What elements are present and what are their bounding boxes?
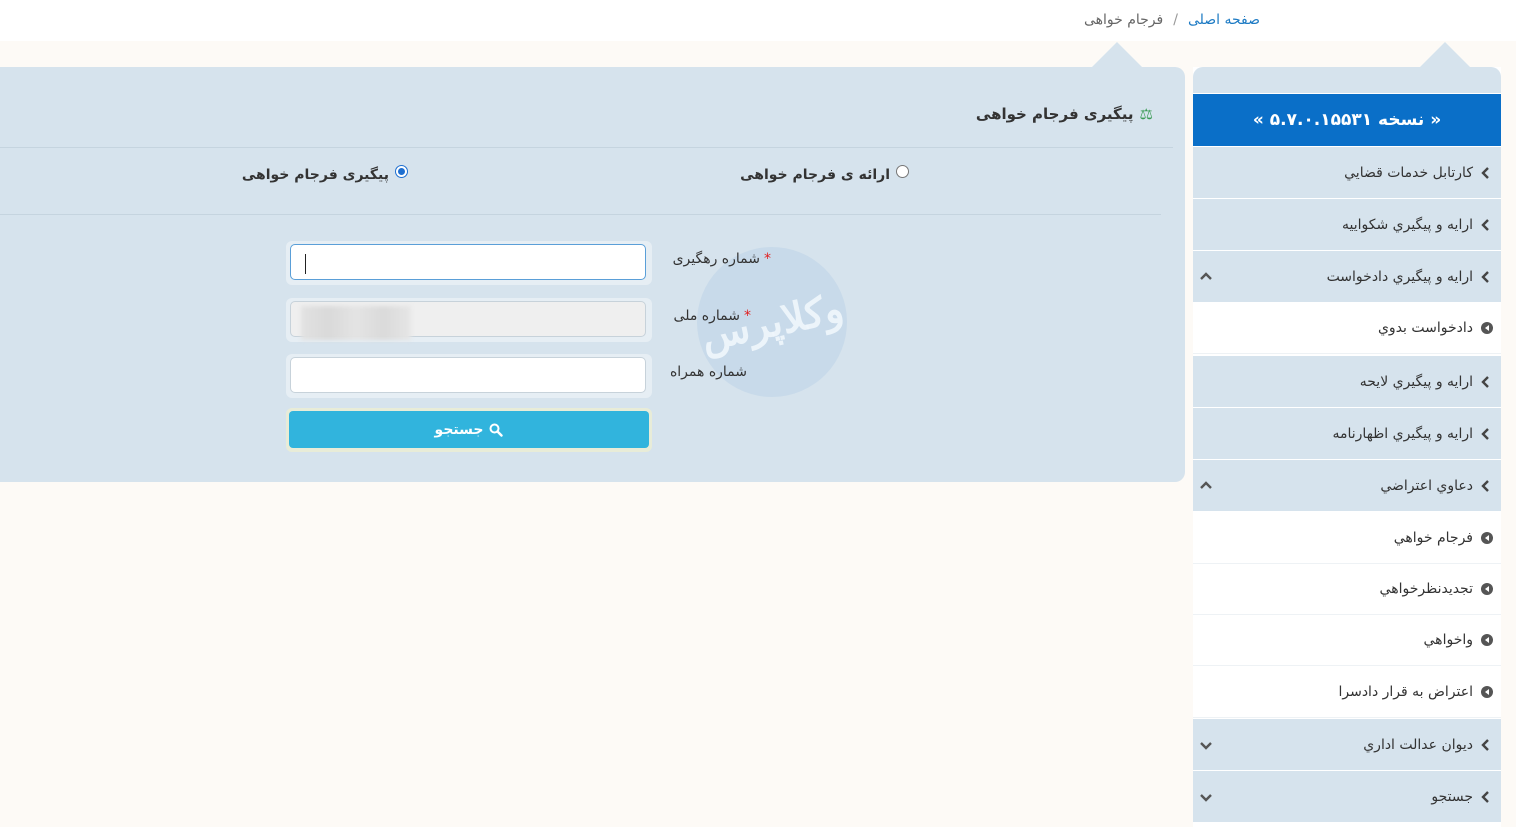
sidebar-item-label: ديوان عدالت اداري: [1363, 736, 1473, 753]
sidebar-item-label: اعتراض به قرار دادسرا: [1338, 684, 1473, 700]
sidebar-menu-item[interactable]: واخواهي: [1193, 615, 1501, 666]
mobile-label: شماره همراه: [670, 364, 747, 380]
sidebar-item-label: کارتابل خدمات قضايي: [1344, 164, 1473, 181]
chevron-left-icon: [1481, 270, 1489, 283]
version-banner: « نسخه ۵.۷.۰.۱۵۵۳۱ »: [1193, 94, 1501, 146]
national-id-wrap: [286, 298, 652, 342]
sidebar-item-label: ارايه و پيگيري اظهارنامه: [1332, 425, 1474, 442]
mobile-input[interactable]: [290, 357, 646, 393]
radio-submit-label: ارائه ی فرجام خواهی: [740, 167, 890, 183]
radio-submit-circle[interactable]: [896, 164, 909, 178]
circle-arrow-icon: [1481, 322, 1493, 334]
sidebar-item-label: دادخواست بدوي: [1377, 320, 1473, 336]
chevron-down-icon[interactable]: [1199, 790, 1213, 804]
sidebar-menu-group[interactable]: ارايه و پيگيري لايحه: [1193, 356, 1501, 407]
sidebar-item-label: دعاوي اعتراضي: [1380, 477, 1473, 494]
search-icon: [489, 423, 504, 437]
chevron-up-icon[interactable]: [1199, 270, 1213, 284]
circle-arrow-icon: [1481, 634, 1493, 646]
chevron-left-icon: [1481, 427, 1489, 440]
chevron-down-icon[interactable]: [1199, 738, 1213, 752]
required-mark: *: [744, 308, 751, 324]
sidebar-item-label: جستجو: [1431, 788, 1473, 805]
divider: [0, 214, 1161, 215]
mobile-wrap: [286, 354, 652, 398]
radio-track-label: پیگیری فرجام خواهی: [241, 167, 389, 183]
national-id-label-text: شماره ملی: [673, 308, 740, 324]
sidebar-header-cap: [1193, 67, 1501, 93]
sidebar-item-label: فرجام خواهي: [1393, 530, 1473, 546]
tracking-number-input[interactable]: [290, 244, 646, 280]
sidebar-menu-item[interactable]: تجديدنظرخواهي: [1193, 564, 1501, 615]
required-mark: *: [764, 251, 771, 267]
chevron-left-icon: [1481, 218, 1489, 231]
sidebar-menu-group[interactable]: دعاوي اعتراضي: [1193, 460, 1501, 511]
circle-arrow-icon: [1481, 686, 1493, 698]
breadcrumb-home-link[interactable]: صفحه اصلی: [1188, 12, 1260, 28]
radio-track-circle[interactable]: [395, 164, 408, 178]
sidebar-item-label: تجديدنظرخواهي: [1379, 581, 1473, 597]
top-bar: صفحه اصلی / فرجام خواهی: [0, 0, 1516, 41]
radio-submit-appeal[interactable]: ارائه ی فرجام خواهی: [740, 164, 909, 183]
breadcrumb-separator: /: [1173, 12, 1178, 28]
balance-scale-icon: ⚖: [1139, 105, 1153, 123]
chevron-left-icon: [1481, 738, 1489, 751]
sidebar-menu-group[interactable]: جستجو: [1193, 771, 1501, 822]
search-button-label: جستجو: [434, 421, 484, 438]
sidebar-menu-item[interactable]: اعتراض به قرار دادسرا: [1193, 667, 1501, 718]
text-caret: [305, 254, 306, 274]
chevron-left-icon: [1481, 790, 1489, 803]
national-id-input[interactable]: [290, 301, 646, 340]
tracking-number-wrap: [286, 241, 652, 285]
search-button[interactable]: جستجو: [289, 411, 649, 448]
sidebar-item-label: ارايه و پيگيري دادخواست: [1326, 268, 1473, 285]
sidebar-menu-group[interactable]: کارتابل خدمات قضايي: [1193, 147, 1501, 198]
sidebar-menu-group[interactable]: ديوان عدالت اداري: [1193, 719, 1501, 770]
chevron-left-icon: [1481, 479, 1489, 492]
search-button-wrap: جستجو: [286, 408, 652, 452]
sidebar-item-label: ارايه و پيگيري شکواييه: [1341, 216, 1473, 233]
sidebar-menu-item[interactable]: دادخواست بدوي: [1193, 303, 1501, 354]
panel-notch: [1091, 42, 1143, 68]
breadcrumb: صفحه اصلی / فرجام خواهی: [1084, 12, 1260, 28]
tracking-number-label: *شماره رهگیری: [673, 251, 771, 267]
tracking-number-label-text: شماره رهگیری: [672, 251, 760, 267]
circle-arrow-icon: [1481, 532, 1493, 544]
main-panel: ⚖پیگیری فرجام خواهی ارائه ی فرجام خواهی …: [0, 67, 1185, 482]
sidebar-item-label: واخواهي: [1423, 632, 1473, 648]
sidebar-menu-group[interactable]: ارايه و پيگيري دادخواست: [1193, 251, 1501, 302]
sidebar: « نسخه ۵.۷.۰.۱۵۵۳۱ » کارتابل خدمات قضايي…: [1193, 67, 1501, 827]
sidebar-item-label: ارايه و پيگيري لايحه: [1359, 373, 1473, 390]
sidebar-menu-group[interactable]: ارايه و پيگيري شکواييه: [1193, 199, 1501, 250]
national-id-label: *شماره ملی: [674, 308, 751, 324]
radio-track-appeal[interactable]: پیگیری فرجام خواهی: [241, 164, 408, 183]
sidebar-menu-group[interactable]: ارايه و پيگيري اظهارنامه: [1193, 408, 1501, 459]
page-title: ⚖ پیگیری فرجام خواهی: [976, 105, 1153, 123]
chevron-left-icon: [1481, 375, 1489, 388]
divider: [0, 147, 1173, 148]
breadcrumb-current: فرجام خواهی: [1083, 12, 1164, 28]
redacted-value: [301, 306, 411, 340]
mobile-label-text: شماره همراه: [669, 364, 747, 380]
sidebar-menu-item[interactable]: فرجام خواهي: [1193, 513, 1501, 564]
chevron-left-icon: [1481, 166, 1489, 179]
circle-arrow-icon: [1481, 583, 1493, 595]
page-title-text: پیگیری فرجام خواهی: [975, 105, 1134, 123]
sidebar-notch: [1419, 42, 1471, 68]
chevron-up-icon[interactable]: [1199, 479, 1213, 493]
